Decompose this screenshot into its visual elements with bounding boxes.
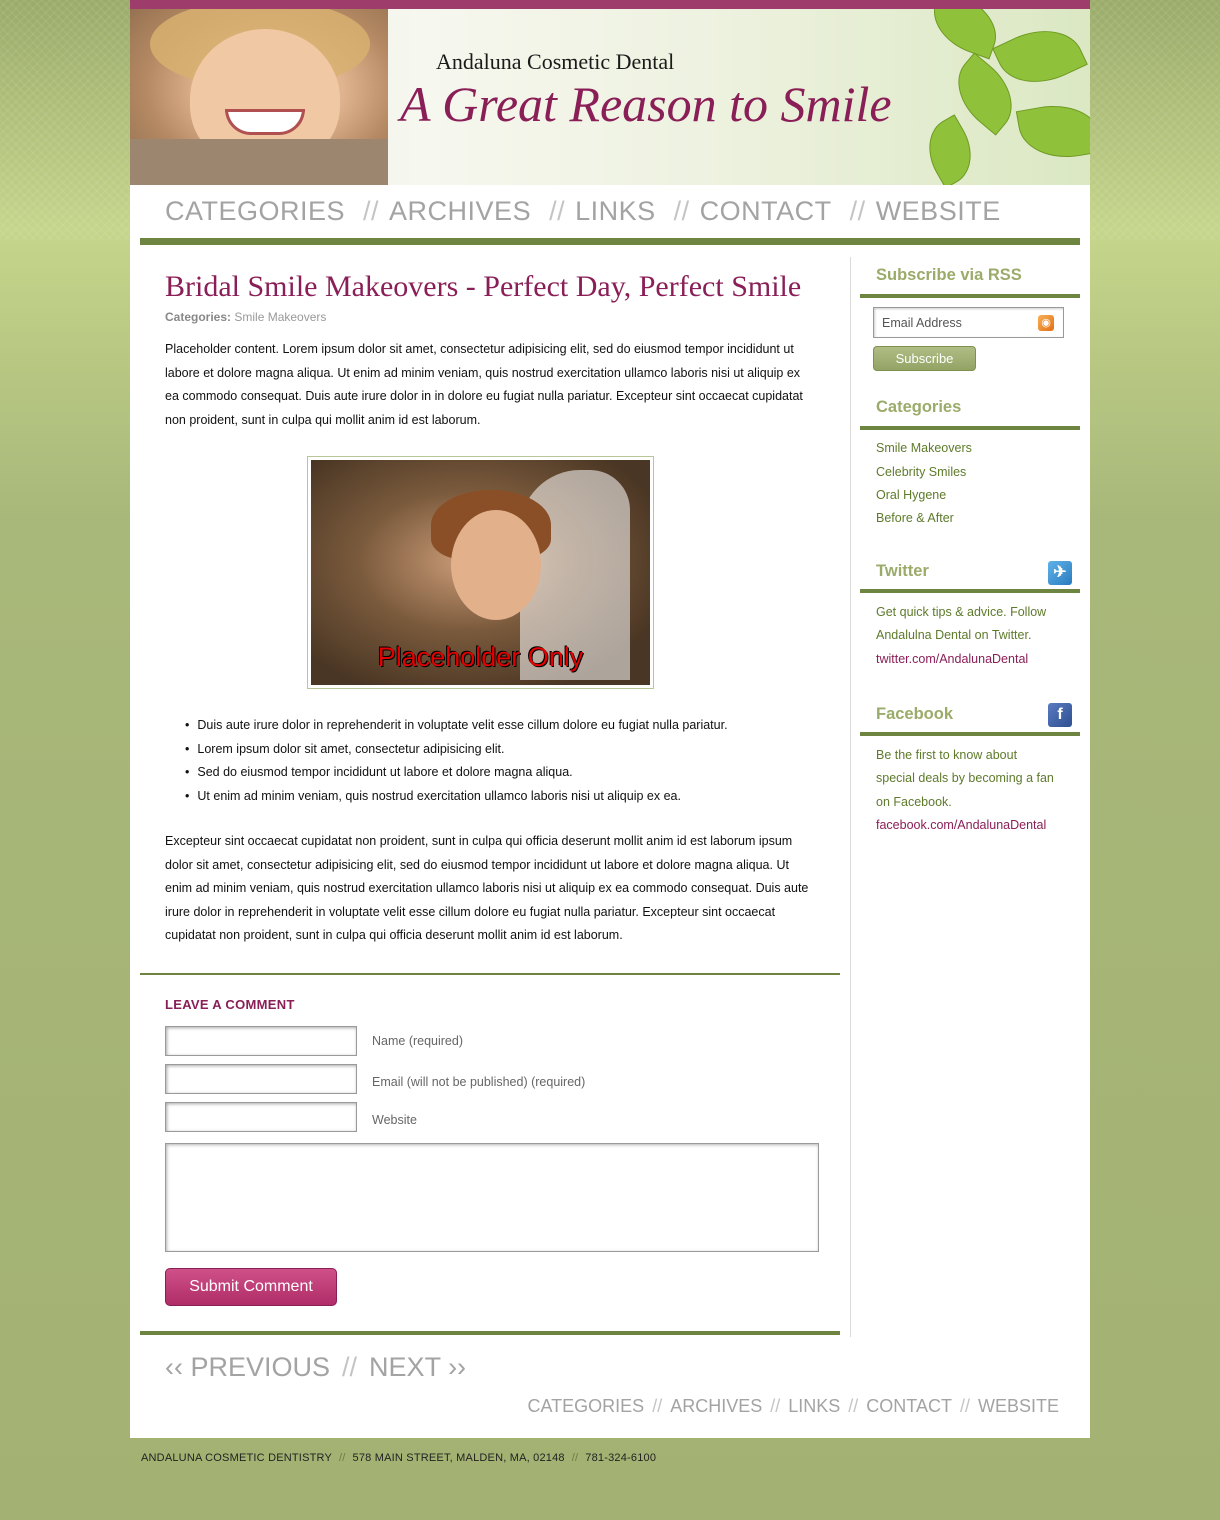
submit-comment-button[interactable]: Submit Comment [165,1268,337,1306]
rss-icon: ◉ [1038,315,1054,331]
rss-rule [860,294,1080,298]
post-categories: Categories: Smile Makeovers [165,310,326,324]
footer-nav: CATEGORIES // ARCHIVES // LINKS // CONTACT // WE… [528,1396,1060,1417]
comment-rule-bottom [140,1331,840,1335]
facebook-block: Be the first to know about special deals… [876,744,1056,837]
post-category-link[interactable]: Smile Makeovers [234,310,326,324]
post-paragraph-1: Placeholder content. Lorem ipsum dolor s… [165,342,803,427]
leaves-decoration [890,9,1090,185]
sidebar-category-celebrity-smiles[interactable]: Celebrity Smiles [876,465,966,479]
nav-categories[interactable]: CATEGORIES [165,196,345,226]
nav-separator: // [770,1396,781,1416]
footer-separator: // [571,1452,579,1464]
twitter-icon[interactable]: ✈ [1048,561,1072,585]
comment-textarea[interactable] [165,1143,819,1252]
footer-nav-archives[interactable]: ARCHIVES [670,1396,762,1416]
sidebar-category-smile-makeovers[interactable]: Smile Makeovers [876,441,972,455]
nav-links[interactable]: LINKS [575,196,656,226]
facebook-link[interactable]: facebook.com/AndalunaDental [876,818,1046,832]
image-caption: Placeholder Only [377,642,584,672]
categories-heading: Categories [876,398,962,416]
nav-separator: // [849,196,866,226]
previous-link[interactable]: ‹‹ PREVIOUS [165,1352,330,1382]
footer-nav-website[interactable]: WEBSITE [978,1396,1059,1416]
website-field[interactable] [165,1102,357,1132]
nav-website[interactable]: WEBSITE [876,196,1001,226]
sidebar-category-oral-hygene[interactable]: Oral Hygene [876,488,946,502]
email-field[interactable] [165,1064,357,1094]
nav-separator: // [848,1396,859,1416]
brand-tagline: A Great Reason to Smile [400,76,892,132]
nav-separator: // [652,1396,663,1416]
categories-label: Categories: [165,310,232,324]
footer-nav-contact[interactable]: CONTACT [866,1396,952,1416]
footer-company: ANDALUNA COSMETIC DENTISTRY [141,1452,333,1464]
footer-nav-categories[interactable]: CATEGORIES [528,1396,645,1416]
leaf [1015,97,1090,166]
rss-heading: Subscribe via RSS [876,266,1022,284]
facebook-rule [860,732,1080,736]
hero-photo [130,9,388,185]
hero-sweater [130,139,388,185]
image-face [451,510,541,620]
nav-archives[interactable]: ARCHIVES [389,196,531,226]
post-pagination: ‹‹ PREVIOUS // NEXT ›› [165,1352,466,1383]
name-field[interactable] [165,1026,357,1056]
post-image: Placeholder Only [307,456,654,689]
facebook-text: Be the first to know about special deals… [876,748,1054,809]
leaf [915,114,985,185]
post-bullet-list: Duis aute irure dolor in reprehenderit i… [185,714,728,809]
categories-rule [860,426,1080,430]
next-link[interactable]: NEXT ›› [369,1352,466,1382]
twitter-text: Get quick tips & advice. Follow Andaluln… [876,605,1047,643]
top-accent-bar [130,0,1090,9]
footer-separator: // [339,1452,346,1464]
site-header: Andaluna Cosmetic Dental A Great Reason … [130,9,1090,185]
nav-separator: // [673,196,690,226]
comment-heading: LEAVE A COMMENT [165,997,295,1012]
facebook-icon[interactable]: f [1048,703,1072,727]
list-item: Lorem ipsum dolor sit amet, consectetur … [185,738,728,762]
twitter-block: Get quick tips & advice. Follow Andaluln… [876,601,1066,671]
nav-separator: // [959,1396,970,1416]
nav-separator: // [549,196,566,226]
page-container: Andaluna Cosmetic Dental A Great Reason … [130,0,1090,1438]
list-item: Sed do eiusmod tempor incididunt ut labo… [185,761,728,785]
main-nav: CATEGORIES // ARCHIVES // LINKS // CONTACT // WE… [165,196,1009,227]
nav-contact[interactable]: CONTACT [700,196,832,226]
twitter-heading: Twitter [876,562,929,580]
twitter-rule [860,589,1080,593]
nav-rule [140,238,1080,245]
twitter-link[interactable]: twitter.com/AndalunaDental [876,652,1028,666]
subscribe-button[interactable]: Subscribe [873,346,976,371]
sidebar-category-before-after[interactable]: Before & After [876,511,954,525]
list-item: Ut enim ad minim veniam, quis nostrud ex… [185,785,728,809]
comment-rule-top [140,973,840,975]
footer-phone: 781-324-6100 [585,1452,657,1464]
pagination-separator: // [342,1352,358,1382]
footer-nav-links[interactable]: LINKS [788,1396,840,1416]
facebook-heading: Facebook [876,705,954,723]
brand-name: Andaluna Cosmetic Dental [436,49,675,74]
name-label: Name (required) [372,1034,464,1048]
website-label: Website [372,1113,417,1127]
email-label: Email (will not be published) (required) [372,1075,586,1089]
list-item: Duis aute irure dolor in reprehenderit i… [185,714,727,738]
site-footer: ANDALUNA COSMETIC DENTISTRY // 578 MAIN ST… [141,1452,656,1464]
footer-address: 578 MAIN STREET, MALDEN, MA, 02148 [352,1452,565,1464]
post-image-content: Placeholder Only [311,460,650,685]
column-divider [850,257,851,1337]
post-title[interactable]: Bridal Smile Makeovers - Perfect Day, Pe… [165,270,801,304]
nav-separator: // [363,196,380,226]
rss-email-input[interactable]: Email Address [873,307,1064,338]
post-paragraph-2: Excepteur sint occaecat cupidatat non pr… [165,834,809,942]
